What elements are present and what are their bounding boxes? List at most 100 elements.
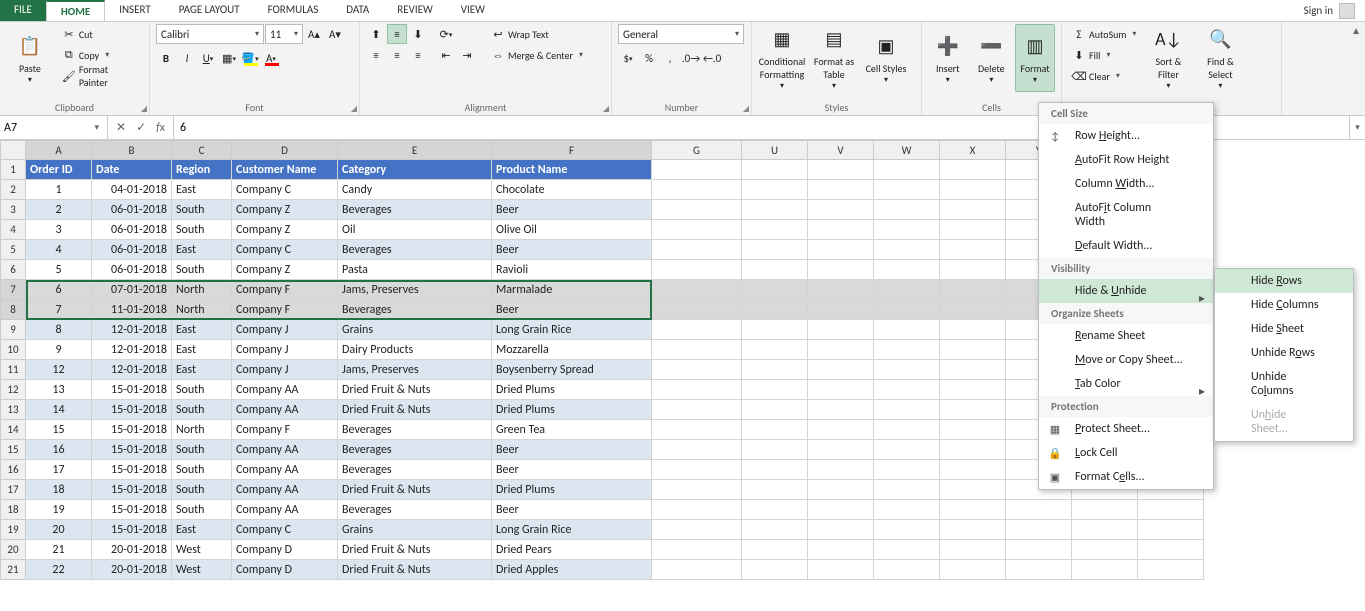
cell[interactable]: 19 <box>26 500 92 520</box>
cell[interactable]: Dried Fruit & Nuts <box>338 540 492 560</box>
underline-button[interactable]: U▾ <box>198 48 218 68</box>
cell[interactable] <box>940 480 1006 500</box>
cell[interactable]: Pasta <box>338 260 492 280</box>
tab-file[interactable]: FILE <box>0 0 46 21</box>
cell[interactable]: Dried Fruit & Nuts <box>338 480 492 500</box>
row-header-7[interactable]: 7 <box>0 280 26 300</box>
font-color-button[interactable]: A▾ <box>261 48 281 68</box>
row-header-21[interactable]: 21 <box>0 560 26 580</box>
increase-font-icon[interactable]: A▴ <box>304 24 324 44</box>
cell[interactable]: Grains <box>338 520 492 540</box>
cell[interactable]: East <box>172 520 232 540</box>
tab-data[interactable]: DATA <box>332 0 383 21</box>
cell[interactable]: North <box>172 280 232 300</box>
cell[interactable] <box>940 200 1006 220</box>
format-cells-button[interactable]: ▥Format▾ <box>1015 24 1055 92</box>
cell[interactable] <box>808 280 874 300</box>
cell[interactable] <box>808 500 874 520</box>
row-header-11[interactable]: 11 <box>0 360 26 380</box>
cell[interactable] <box>808 240 874 260</box>
cell[interactable]: 06-01-2018 <box>92 260 172 280</box>
cell[interactable] <box>940 400 1006 420</box>
row-header-4[interactable]: 4 <box>0 220 26 240</box>
tab-insert[interactable]: INSERT <box>105 0 165 21</box>
cell[interactable]: 13 <box>26 380 92 400</box>
cell[interactable]: Company AA <box>232 440 338 460</box>
cell[interactable]: South <box>172 220 232 240</box>
cell[interactable] <box>652 320 742 340</box>
menu-row-height[interactable]: ↕Row Height... <box>1039 124 1213 148</box>
cell[interactable] <box>742 340 808 360</box>
cell[interactable]: Beer <box>492 240 652 260</box>
cell[interactable]: Long Grain Rice <box>492 520 652 540</box>
cell[interactable] <box>652 400 742 420</box>
cell[interactable] <box>940 320 1006 340</box>
decrease-decimal-icon[interactable]: ←.0 <box>702 48 722 68</box>
increase-indent-icon[interactable]: ⇥ <box>457 45 477 65</box>
find-select-button[interactable]: 🔍Find & Select▾ <box>1196 24 1244 92</box>
cell[interactable]: South <box>172 460 232 480</box>
col-header-C[interactable]: C <box>172 140 232 160</box>
cell[interactable]: Olive Oil <box>492 220 652 240</box>
cell[interactable]: 12 <box>26 360 92 380</box>
cell[interactable]: East <box>172 340 232 360</box>
cell[interactable] <box>742 480 808 500</box>
cell[interactable] <box>1072 560 1138 580</box>
cell[interactable]: 11-01-2018 <box>92 300 172 320</box>
cell[interactable] <box>874 380 940 400</box>
increase-decimal-icon[interactable]: .0→ <box>681 48 701 68</box>
cell[interactable]: 07-01-2018 <box>92 280 172 300</box>
cell[interactable] <box>652 560 742 580</box>
align-top-icon[interactable]: ⬆ <box>366 24 386 44</box>
cell[interactable] <box>940 360 1006 380</box>
cell[interactable] <box>808 420 874 440</box>
alignment-launcher-icon[interactable]: ◢ <box>603 104 609 114</box>
cell[interactable] <box>652 300 742 320</box>
cell[interactable]: Beer <box>492 300 652 320</box>
cell[interactable] <box>742 220 808 240</box>
submenu-unhide-columns[interactable]: Unhide Columns <box>1215 365 1353 403</box>
menu-default-width[interactable]: Default Width... <box>1039 234 1213 258</box>
cell[interactable] <box>652 360 742 380</box>
cell[interactable] <box>1072 540 1138 560</box>
cell[interactable]: Marmalade <box>492 280 652 300</box>
cell[interactable] <box>652 200 742 220</box>
cell[interactable] <box>874 200 940 220</box>
cell[interactable] <box>940 500 1006 520</box>
cell[interactable]: 16 <box>26 440 92 460</box>
cell[interactable]: 15-01-2018 <box>92 380 172 400</box>
align-center-icon[interactable]: ≡ <box>387 45 407 65</box>
cell[interactable] <box>742 540 808 560</box>
italic-button[interactable]: I <box>177 48 197 68</box>
cell[interactable]: Boysenberry Spread <box>492 360 652 380</box>
cell[interactable]: North <box>172 420 232 440</box>
cell[interactable]: Beverages <box>338 500 492 520</box>
cell[interactable]: Company F <box>232 300 338 320</box>
cell[interactable]: 15 <box>26 420 92 440</box>
cell[interactable]: East <box>172 180 232 200</box>
tab-home[interactable]: HOME <box>46 0 105 21</box>
cell[interactable]: Grains <box>338 320 492 340</box>
cell[interactable] <box>1006 520 1072 540</box>
cell[interactable] <box>874 260 940 280</box>
cell[interactable]: Company J <box>232 340 338 360</box>
borders-button[interactable]: ▦▾ <box>219 48 239 68</box>
cell[interactable]: Beer <box>492 460 652 480</box>
cell[interactable]: 15-01-2018 <box>92 400 172 420</box>
submenu-unhide-rows[interactable]: Unhide Rows <box>1215 341 1353 365</box>
name-box-input[interactable] <box>0 121 88 135</box>
cell[interactable]: Company Z <box>232 220 338 240</box>
menu-protect-sheet[interactable]: ▦Protect Sheet... <box>1039 417 1213 441</box>
cell[interactable]: South <box>172 260 232 280</box>
cell[interactable] <box>874 520 940 540</box>
cell[interactable] <box>1006 560 1072 580</box>
align-left-icon[interactable]: ≡ <box>366 45 386 65</box>
cell[interactable] <box>1006 540 1072 560</box>
cell[interactable] <box>652 220 742 240</box>
cell[interactable]: 14 <box>26 400 92 420</box>
cell[interactable] <box>652 180 742 200</box>
cell[interactable]: South <box>172 500 232 520</box>
col-header-V[interactable]: V <box>808 140 874 160</box>
cell[interactable] <box>742 440 808 460</box>
cell[interactable] <box>652 380 742 400</box>
